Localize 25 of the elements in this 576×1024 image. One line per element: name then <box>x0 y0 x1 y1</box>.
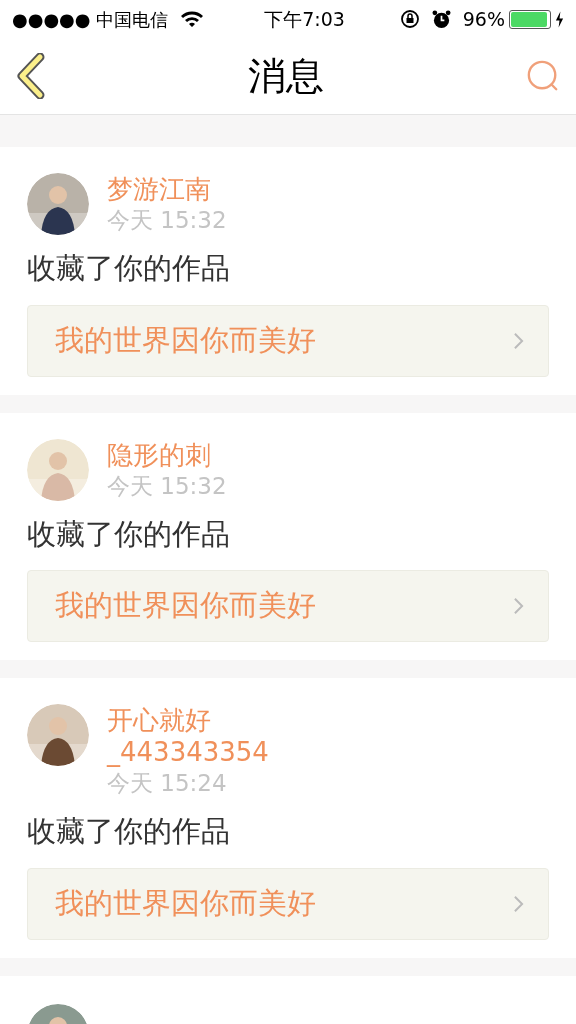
back-icon[interactable] <box>16 53 46 99</box>
charging-icon <box>555 10 564 28</box>
chevron-right-icon <box>513 331 524 350</box>
work-link[interactable]: 我的世界因你而美好 <box>27 304 549 377</box>
chevron-right-icon <box>513 597 524 615</box>
page-title: 消息 <box>248 52 324 100</box>
work-link[interactable]: 我的世界因你而美好 <box>27 867 549 940</box>
battery-icon <box>509 9 551 29</box>
message-text: 收藏了你的作品 <box>27 515 231 553</box>
message-text: 收藏了你的作品 <box>27 250 231 287</box>
user-name[interactable]: 梦游江南 <box>107 173 227 205</box>
message-time: 今天 15:32 <box>107 206 227 235</box>
user-name[interactable]: 开心就好 _443343354 <box>107 704 269 768</box>
alarm-icon <box>431 9 451 29</box>
wifi-icon <box>180 10 205 28</box>
user-name[interactable]: 隐形的刺 <box>107 438 227 471</box>
chevron-right-icon <box>513 894 524 913</box>
battery-percent: 96% <box>462 6 505 32</box>
message-time: 今天 15:32 <box>107 471 227 501</box>
rotation-lock-icon <box>399 9 420 29</box>
clock-text: 下午7:03 <box>264 6 345 32</box>
message-text: 收藏了你的作品 <box>27 813 231 850</box>
carrier-text: ●●●●● 中国电信 <box>12 7 169 32</box>
work-link[interactable]: 我的世界因你而美好 <box>27 570 549 642</box>
message-time: 今天 15:24 <box>107 769 228 798</box>
